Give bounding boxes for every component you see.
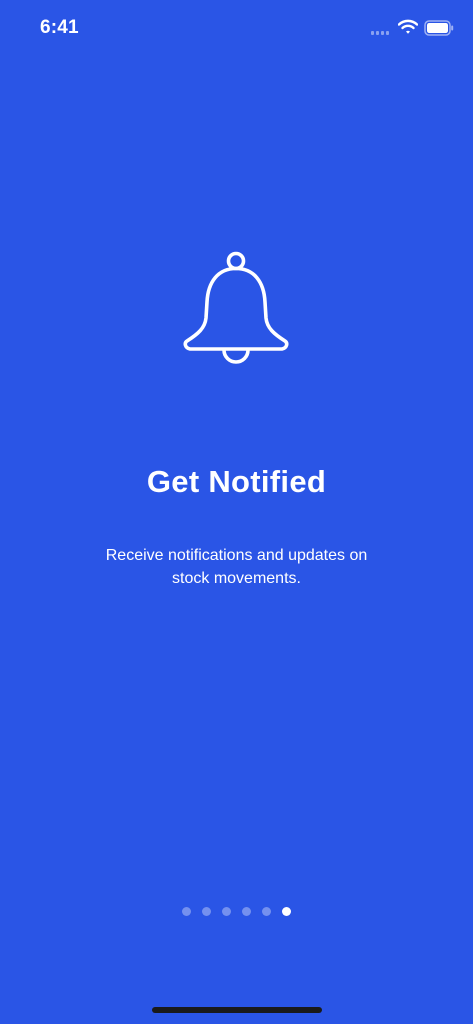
home-indicator[interactable]	[152, 1007, 322, 1013]
cellular-signal-icon	[371, 31, 389, 35]
page-dot-2[interactable]	[202, 907, 211, 916]
page-dot-1[interactable]	[182, 907, 191, 916]
page-indicator[interactable]	[0, 907, 473, 916]
status-bar: 6:41	[0, 0, 473, 58]
page-dot-5[interactable]	[262, 907, 271, 916]
status-time: 6:41	[40, 17, 79, 38]
page-dot-6-active[interactable]	[282, 907, 291, 916]
page-dot-4[interactable]	[242, 907, 251, 916]
battery-icon	[424, 20, 454, 36]
wifi-icon	[398, 19, 418, 34]
slide-description: Receive notifications and updates on sto…	[105, 547, 368, 587]
slide-title: Get Notified	[146, 464, 327, 499]
page-dot-3[interactable]	[222, 907, 231, 916]
bell-icon	[183, 251, 289, 364]
